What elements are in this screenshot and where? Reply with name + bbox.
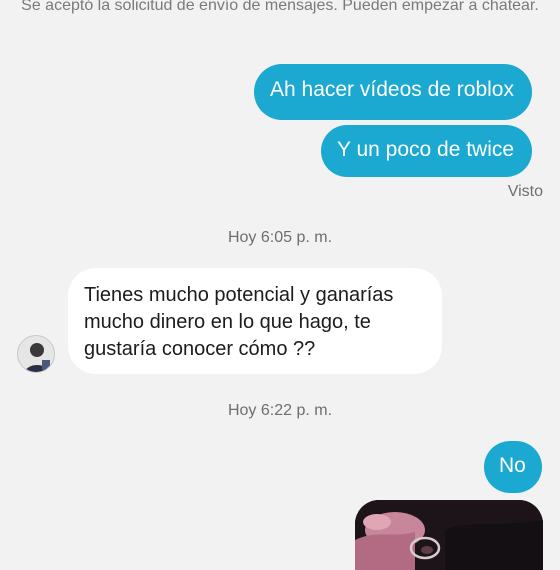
message-bubble-outgoing[interactable]: Y un poco de twice [321,125,533,177]
avatar-photo-icon [18,336,54,372]
timestamp: Hoy 6:05 p. m. [227,229,333,246]
message-bubble-incoming[interactable]: Tienes mucho potencial y ganarías mucho … [68,268,442,374]
request-accepted-notice: Se aceptó la solicitud de envío de mensa… [21,0,539,14]
contact-avatar[interactable] [17,335,55,373]
message-bubble-outgoing[interactable]: Ah hacer vídeos de roblox [254,64,532,120]
seen-status: Visto [507,183,543,200]
message-bubble-outgoing[interactable]: No [484,441,542,493]
timestamp: Hoy 6:22 p. m. [227,402,333,419]
